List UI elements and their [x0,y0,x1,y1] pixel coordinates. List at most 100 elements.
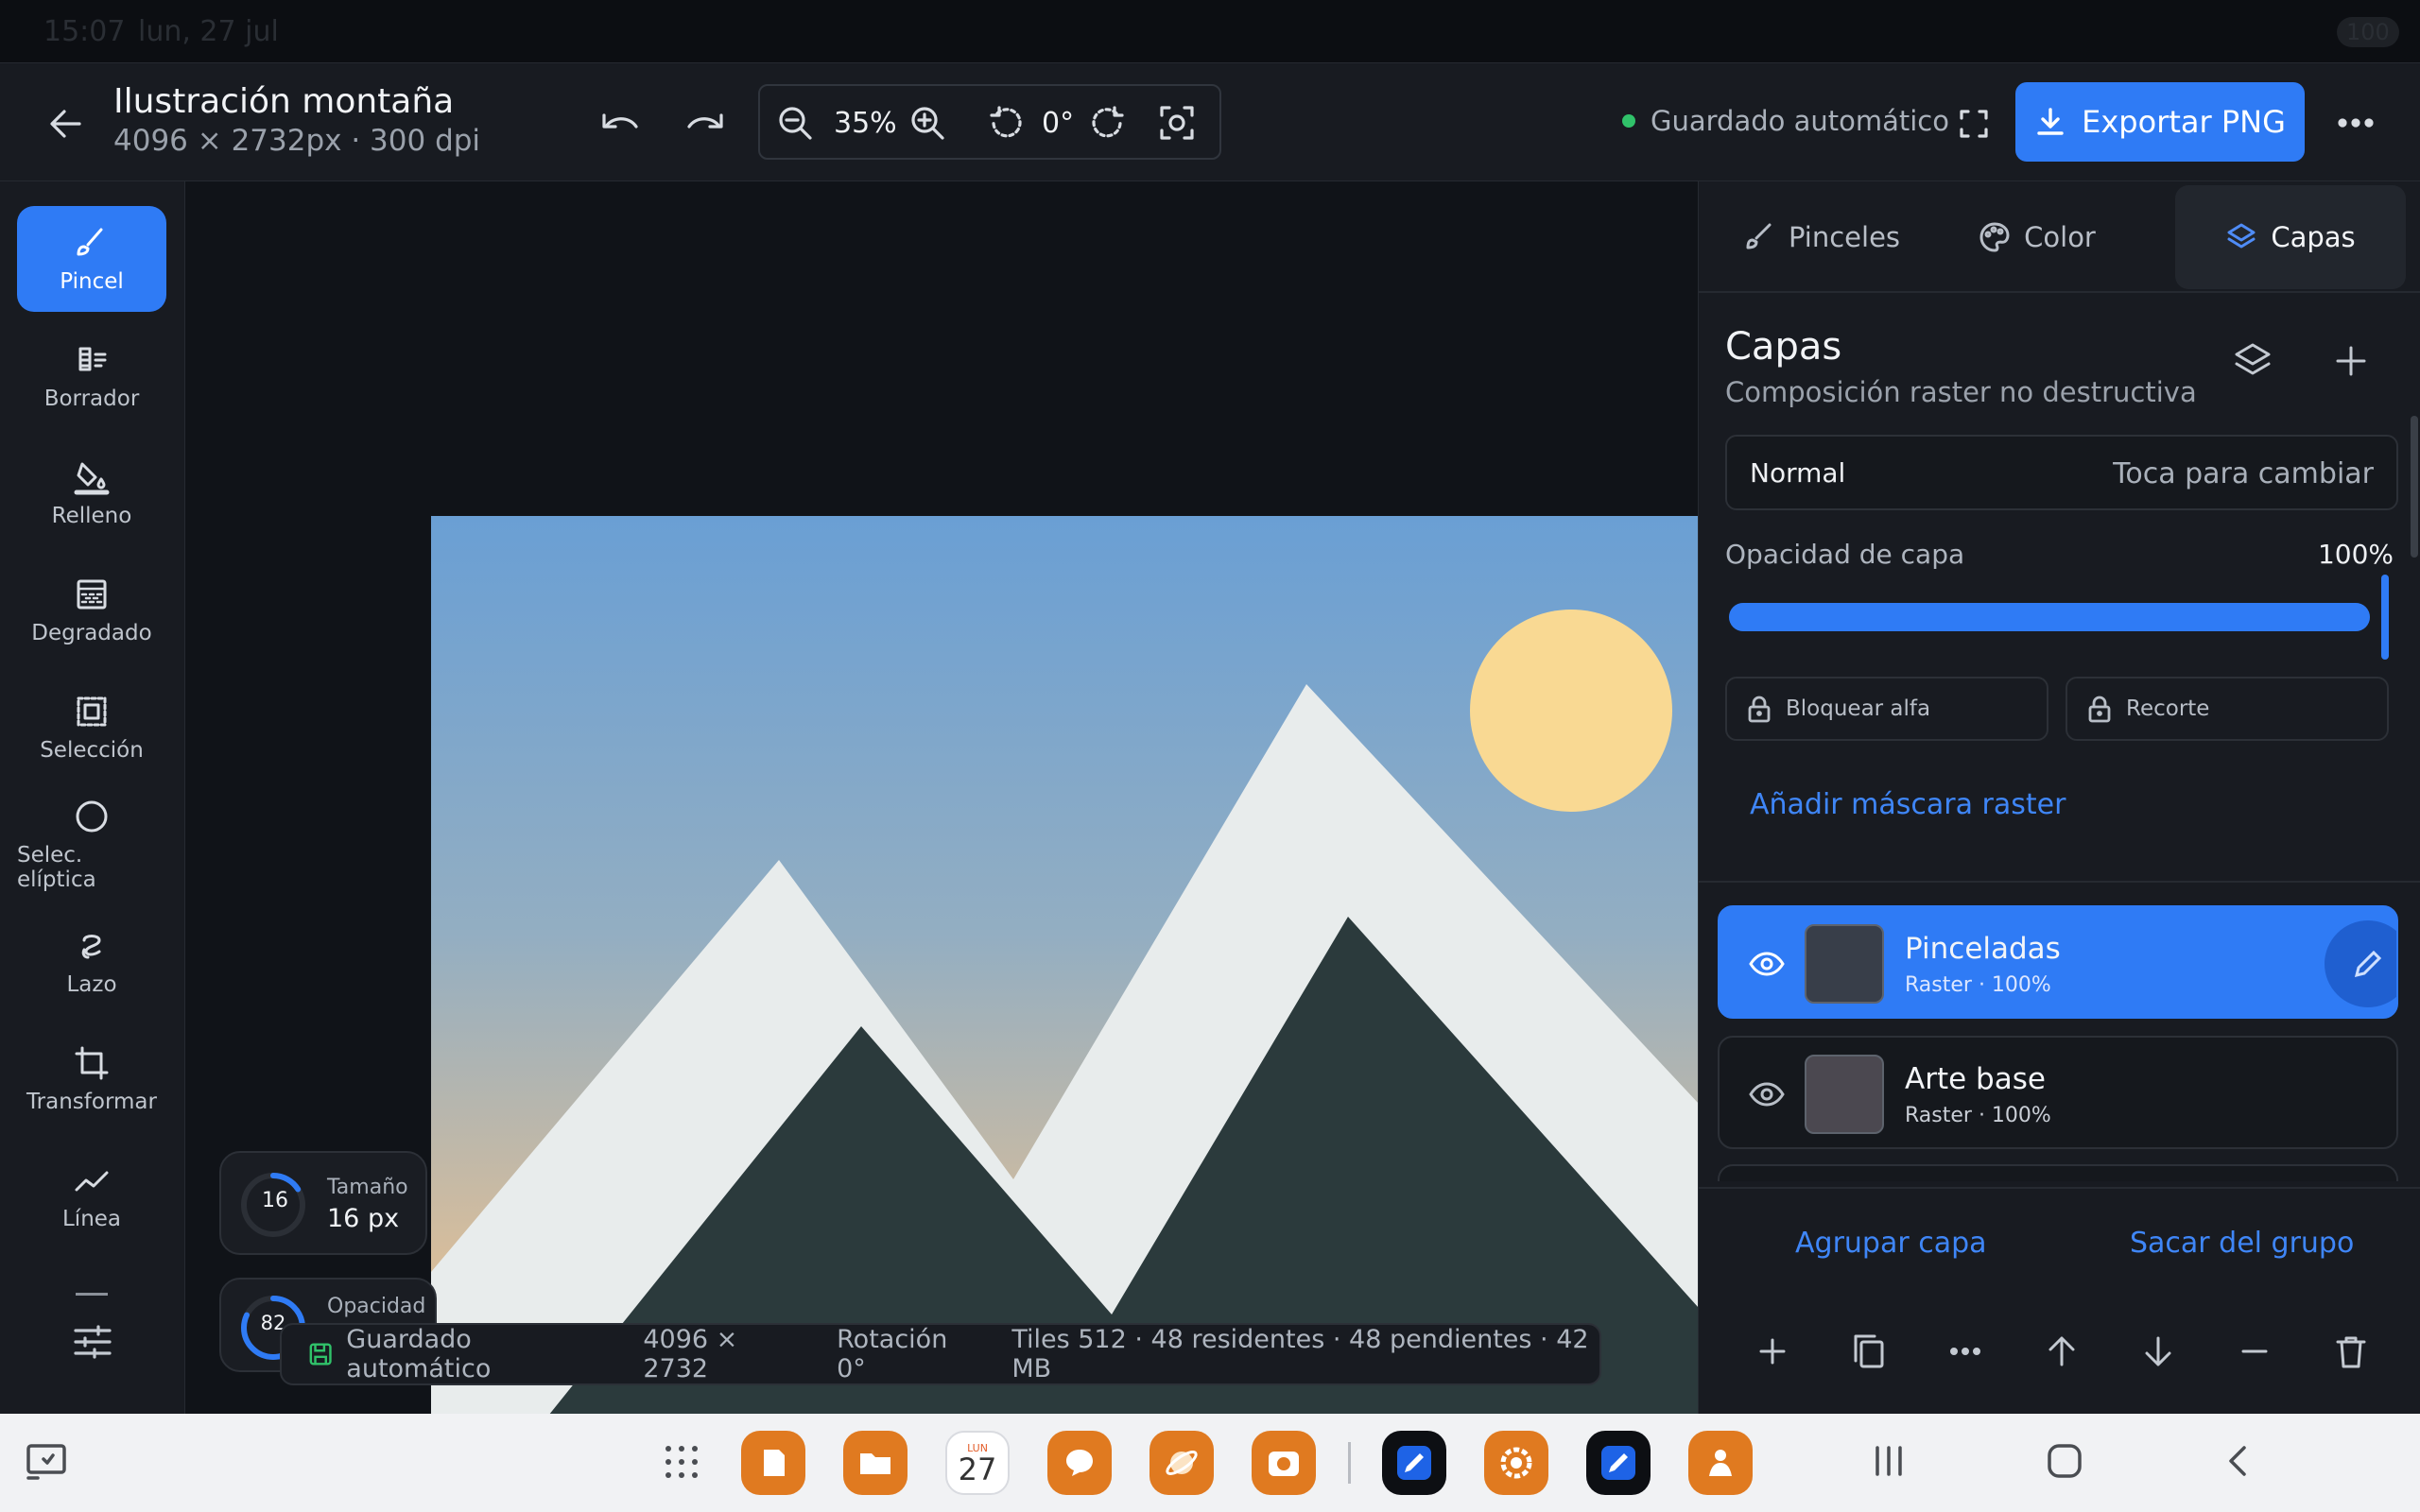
app-paint[interactable] [1382,1431,1446,1495]
app-notes[interactable] [741,1431,805,1495]
tool-label: Transformar [26,1090,157,1114]
screen-cast-button[interactable] [25,1442,68,1482]
document-subtitle: 4096 × 2732px · 300 dpi [113,124,481,158]
pencil-icon [2354,950,2382,978]
app-browser[interactable] [1150,1431,1214,1495]
visibility-toggle[interactable] [1748,1075,1786,1113]
arrow-left-icon [50,110,81,138]
tab-color[interactable]: Color [1952,185,2122,289]
layer-more-button[interactable] [1946,1332,1984,1370]
tool-transformar[interactable]: Transformar [17,1026,166,1132]
dock-divider [1348,1442,1351,1484]
artboard[interactable] [431,516,1821,1444]
tool-selec-eliptica[interactable]: Selec. elíptica [17,792,166,898]
collapse-layer-button[interactable] [2236,1332,2273,1370]
undo-button[interactable] [592,99,648,146]
clip-toggle[interactable]: Recorte [2066,677,2389,741]
group-layer-link[interactable]: Agrupar capa [1795,1227,1987,1260]
app-paint-secondary[interactable] [1586,1431,1651,1495]
lock-icon [2088,696,2111,723]
zoom-in-button[interactable] [906,101,949,145]
calendar-date: 27 [958,1451,997,1487]
tab-capas[interactable]: Capas [2175,185,2406,289]
tool-degradado[interactable]: Degradado [17,558,166,663]
layer-thumbnail [1805,924,1884,1004]
ellipse-icon [76,800,108,833]
lock-alpha-toggle[interactable]: Bloquear alfa [1725,677,2048,741]
export-png-button[interactable]: Exportar PNG [2015,82,2305,162]
back-nav-button[interactable] [2218,1442,2259,1480]
blend-mode-selector[interactable]: Normal Toca para cambiar [1725,435,2398,510]
add-layer-button[interactable] [2323,333,2379,389]
tab-pinceles[interactable]: Pinceles [1727,185,1916,289]
status-time: 15:07 [43,15,126,48]
zoom-level: 35% [834,107,897,140]
delete-layer-button[interactable] [2332,1332,2370,1370]
home-icon [2048,1444,2082,1478]
layer-opacity-slider[interactable] [1729,603,2370,631]
zoom-out-button[interactable] [773,101,817,145]
tool-seleccion[interactable]: Selección [17,675,166,781]
app-files[interactable] [843,1431,908,1495]
back-button[interactable] [38,95,95,152]
more-horizontal-icon [2338,118,2374,128]
eye-icon [1749,1082,1785,1107]
tool-linea[interactable]: Línea [17,1143,166,1249]
info-tiles: Tiles 512 · 48 residentes · 48 pendiente… [1011,1325,1589,1383]
sliders-icon [74,1325,112,1359]
fit-screen-button[interactable] [1155,101,1199,145]
tool-pincel[interactable]: Pincel [17,206,166,312]
tool-settings-button[interactable] [62,1312,123,1372]
rotate-left-icon [990,106,1022,138]
more-options-button[interactable] [2327,101,2384,145]
recents-button[interactable] [1868,1442,1910,1480]
lock-icon [1748,696,1771,723]
layer-item-partial[interactable] [1718,1164,2398,1181]
app-settings[interactable] [1484,1431,1548,1495]
add-raster-mask-link[interactable]: Añadir máscara raster [1750,788,2066,821]
info-rotation: Rotación 0° [837,1325,948,1383]
app-assistant[interactable] [1688,1431,1753,1495]
brush-icon [1746,223,1772,249]
brush-size-hud[interactable]: 16 Tamaño 16 px [219,1151,427,1255]
battery-indicator: 100 [2337,17,2399,47]
canvas-workspace[interactable]: 16 Tamaño 16 px 82 Opacidad [185,181,1821,1444]
tool-label: Selección [40,738,144,763]
rotate-right-button[interactable] [1087,101,1131,145]
visibility-toggle[interactable] [1748,945,1786,983]
undo-icon [602,113,638,129]
info-autosave-label: Guardado automático [346,1325,492,1383]
info-dimensions: 4096 × 2732 [643,1325,738,1383]
layer-opacity-thumb[interactable] [2381,575,2389,660]
gear-icon [1500,1447,1532,1479]
layer-name: Pinceladas [1905,932,2061,966]
person-icon [1709,1450,1732,1476]
app-messages[interactable] [1047,1431,1112,1495]
layer-item-pinceladas[interactable]: Pinceladas Raster · 100% [1718,905,2398,1019]
duplicate-layer-button[interactable] [1850,1332,1888,1370]
home-button[interactable] [2044,1442,2085,1480]
tool-lazo[interactable]: Lazo [17,909,166,1015]
tool-borrador[interactable]: Borrador [17,323,166,429]
pen-icon [1601,1446,1635,1480]
layer-item-arte-base[interactable]: Arte base Raster · 100% [1718,1036,2398,1149]
tool-relleno[interactable]: Relleno [17,440,166,546]
move-layer-up-button[interactable] [2043,1332,2081,1370]
layers-icon [2235,343,2271,375]
panel-scrollbar[interactable] [2411,416,2418,558]
edit-layer-button[interactable] [2325,920,2396,1007]
ungroup-link[interactable]: Sacar del grupo [2130,1227,2354,1260]
redo-button[interactable] [677,99,734,146]
app-camera[interactable] [1252,1431,1316,1495]
new-layer-button[interactable] [1754,1332,1791,1370]
move-layer-down-button[interactable] [2139,1332,2177,1370]
rotate-left-button[interactable] [983,101,1027,145]
layer-stack-button[interactable] [2224,333,2281,389]
fullscreen-button[interactable] [1953,103,1995,145]
sun [1470,610,1672,812]
eye-icon [1749,952,1785,976]
layer-actions-divider [1699,1187,2420,1189]
chevron-left-icon [2229,1446,2246,1476]
app-drawer-button[interactable] [662,1442,701,1482]
app-calendar[interactable]: LUN 27 [945,1431,1010,1495]
